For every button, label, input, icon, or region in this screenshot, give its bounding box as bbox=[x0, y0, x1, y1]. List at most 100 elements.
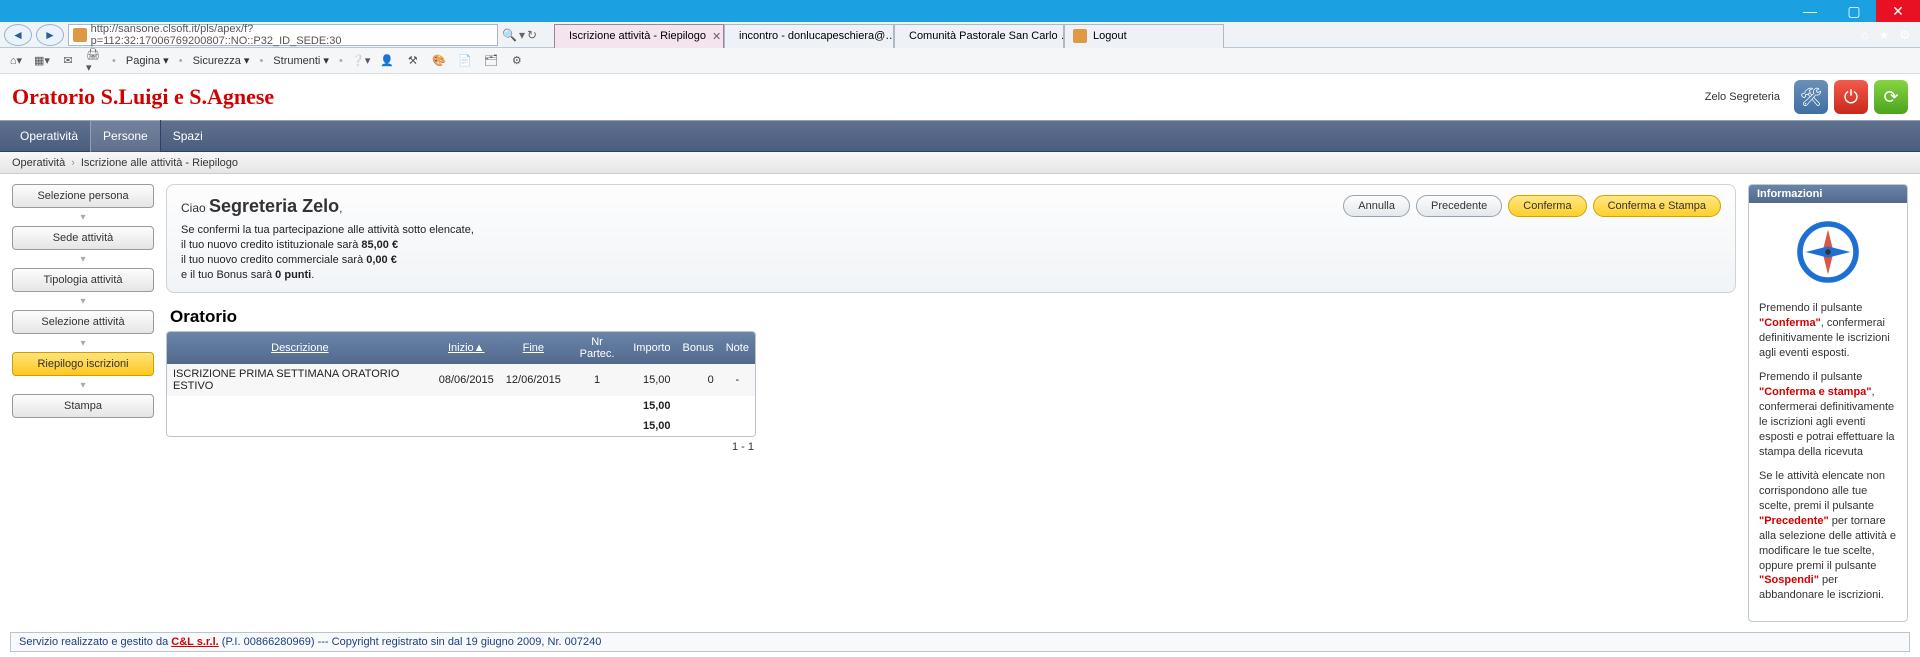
current-user: Zelo Segreteria bbox=[1705, 91, 1780, 103]
cell-fine: 12/06/2015 bbox=[500, 364, 567, 396]
table-subtotal-row: 15,00 bbox=[167, 396, 755, 416]
tab-close-icon[interactable]: ✕ bbox=[712, 30, 721, 43]
tab-label: Iscrizione attività - Riepilogo bbox=[569, 30, 706, 42]
toolbar-icon[interactable]: 🗂 bbox=[483, 53, 499, 69]
nav-operativita[interactable]: Operatività bbox=[8, 120, 90, 152]
home-dropdown-icon[interactable]: ⌂▾ bbox=[8, 53, 24, 69]
step-sede-attivita[interactable]: Sede attività bbox=[12, 226, 154, 250]
sort-asc-icon: ▲ bbox=[474, 342, 485, 354]
tab-label: incontro - donlucapeschiera@… bbox=[739, 30, 894, 42]
step-selezione-attivita[interactable]: Selezione attività bbox=[12, 310, 154, 334]
page-header: Oratorio S.Luigi e S.Agnese Zelo Segrete… bbox=[0, 74, 1920, 120]
site-title: Oratorio S.Luigi e S.Agnese bbox=[12, 84, 274, 110]
col-inizio[interactable]: Inizio▲ bbox=[433, 332, 500, 364]
menu-tools[interactable]: Strumenti ▾ bbox=[273, 54, 329, 67]
col-note: Note bbox=[720, 332, 755, 364]
menu-security[interactable]: Sicurezza ▾ bbox=[193, 54, 250, 67]
info-p2: Premendo il pulsante "Conferma e stampa"… bbox=[1759, 370, 1897, 459]
previous-button[interactable]: Precedente bbox=[1416, 195, 1502, 217]
forward-button[interactable]: ► bbox=[36, 24, 64, 46]
power-button[interactable]: ⏻ bbox=[1834, 80, 1868, 114]
table-total-row: 15,00 bbox=[167, 416, 755, 436]
confirm-text: Se confermi la tua partecipazione alle a… bbox=[181, 223, 1721, 282]
main-nav: Operatività Persone Spazi bbox=[0, 120, 1920, 152]
confirm-print-button[interactable]: Conferma e Stampa bbox=[1593, 195, 1721, 217]
cell-descr: ISCRIZIONE PRIMA SETTIMANA ORATORIO ESTI… bbox=[167, 364, 433, 396]
subtotal-importo: 15,00 bbox=[627, 396, 676, 416]
toolbar-icon[interactable]: 👤 bbox=[379, 53, 395, 69]
greeting: Ciao Segreteria Zelo, bbox=[181, 196, 342, 217]
summary-panel: Ciao Segreteria Zelo, Annulla Precedente… bbox=[166, 184, 1736, 293]
search-icon: 🔍 bbox=[502, 28, 517, 42]
page-footer: Servizio realizzato e gestito da C&L s.r… bbox=[10, 632, 1910, 652]
cancel-button[interactable]: Annulla bbox=[1343, 195, 1410, 217]
col-partecipanti: Nr Partec. bbox=[567, 332, 627, 364]
col-descrizione[interactable]: Descrizione bbox=[167, 332, 433, 364]
mail-icon[interactable]: ✉ bbox=[60, 53, 76, 69]
chevron-down-icon: ▾ bbox=[12, 380, 154, 390]
step-tipologia-attivita[interactable]: Tipologia attività bbox=[12, 268, 154, 292]
step-selezione-persona[interactable]: Selezione persona bbox=[12, 184, 154, 208]
toolbar-icon[interactable]: 🎨 bbox=[431, 53, 447, 69]
info-p3: Se le attività elencate non corrispondon… bbox=[1759, 469, 1897, 603]
toolbar-icon[interactable]: 📄 bbox=[457, 53, 473, 69]
vendor-link[interactable]: C&L s.r.l. bbox=[171, 636, 218, 648]
tools-button[interactable]: 🛠 bbox=[1794, 80, 1828, 114]
tab-label: Logout bbox=[1093, 30, 1127, 42]
favorites-icon[interactable]: ★ bbox=[1878, 28, 1889, 42]
tools-icon[interactable]: ⚙ bbox=[1899, 28, 1910, 42]
back-button[interactable]: ◄ bbox=[4, 24, 32, 46]
wizard-sidebar: Selezione persona ▾ Sede attività ▾ Tipo… bbox=[12, 184, 154, 418]
nav-persone[interactable]: Persone bbox=[90, 120, 161, 152]
table-title: Oratorio bbox=[170, 307, 756, 327]
compass-icon bbox=[1759, 217, 1897, 287]
tab-iscrizione[interactable]: Iscrizione attività - Riepilogo ✕ bbox=[554, 24, 724, 48]
chevron-down-icon: ▾ bbox=[12, 338, 154, 348]
col-bonus: Bonus bbox=[677, 332, 720, 364]
col-fine[interactable]: Fine bbox=[500, 332, 567, 364]
feeds-icon[interactable]: ▦▾ bbox=[34, 53, 50, 69]
table-row: ISCRIZIONE PRIMA SETTIMANA ORATORIO ESTI… bbox=[167, 364, 755, 396]
menu-page[interactable]: Pagina ▾ bbox=[126, 54, 169, 67]
info-p1: Premendo il pulsante "Conferma", conferm… bbox=[1759, 301, 1897, 360]
activities-table: Descrizione Inizio▲ Fine Nr Partec. Impo… bbox=[166, 331, 756, 437]
toolbar-icon[interactable]: ⚒ bbox=[405, 53, 421, 69]
site-favicon-icon bbox=[73, 28, 87, 42]
tab-gmail-incontro[interactable]: incontro - donlucapeschiera@… bbox=[724, 24, 894, 48]
tab-gmail-comunita[interactable]: Comunità Pastorale San Carlo … bbox=[894, 24, 1064, 48]
cell-partec: 1 bbox=[567, 364, 627, 396]
window-minimize-button[interactable]: — bbox=[1788, 0, 1832, 22]
refresh-button[interactable]: ⟳ bbox=[1874, 80, 1908, 114]
step-riepilogo-iscrizioni[interactable]: Riepilogo iscrizioni bbox=[12, 352, 154, 376]
breadcrumb-root[interactable]: Operatività bbox=[12, 157, 65, 169]
window-close-button[interactable]: ✕ bbox=[1876, 0, 1920, 22]
col-importo: Importo bbox=[627, 332, 676, 364]
window-titlebar: — ▢ ✕ bbox=[0, 0, 1920, 22]
chevron-down-icon: ▾ bbox=[12, 212, 154, 222]
table-header-row: Descrizione Inizio▲ Fine Nr Partec. Impo… bbox=[167, 332, 755, 364]
confirm-button[interactable]: Conferma bbox=[1508, 195, 1586, 217]
address-bar[interactable]: http://sansone.clsoft.it/pls/apex/f?p=11… bbox=[68, 24, 498, 46]
browser-nav-row: ◄ ► http://sansone.clsoft.it/pls/apex/f?… bbox=[0, 22, 1920, 48]
search-controls[interactable]: 🔍▾↻ bbox=[502, 28, 542, 42]
info-title: Informazioni bbox=[1749, 185, 1907, 203]
tab-label: Comunità Pastorale San Carlo … bbox=[909, 30, 1064, 42]
tab-logout[interactable]: Logout bbox=[1064, 24, 1224, 48]
step-stampa[interactable]: Stampa bbox=[12, 394, 154, 418]
toolbar-icon[interactable]: ❔▾ bbox=[353, 53, 369, 69]
cell-note: - bbox=[720, 364, 755, 396]
chevron-down-icon: ▾ bbox=[12, 254, 154, 264]
nav-spazi[interactable]: Spazi bbox=[161, 120, 215, 152]
cell-inizio: 08/06/2015 bbox=[433, 364, 500, 396]
cell-importo: 15,00 bbox=[627, 364, 676, 396]
print-icon[interactable]: 🖨▾ bbox=[86, 53, 102, 69]
home-icon[interactable]: ⌂ bbox=[1861, 28, 1868, 42]
info-panel: Informazioni Premendo il pulsante "Confe… bbox=[1748, 184, 1908, 622]
address-url: http://sansone.clsoft.it/pls/apex/f?p=11… bbox=[91, 23, 493, 47]
breadcrumb-current: Iscrizione alle attività - Riepilogo bbox=[81, 157, 238, 169]
window-maximize-button[interactable]: ▢ bbox=[1832, 0, 1876, 22]
cell-bonus: 0 bbox=[677, 364, 720, 396]
toolbar-icon[interactable]: ⚙ bbox=[509, 53, 525, 69]
chevron-right-icon: › bbox=[71, 157, 75, 169]
breadcrumb: Operatività › Iscrizione alle attività -… bbox=[0, 152, 1920, 174]
